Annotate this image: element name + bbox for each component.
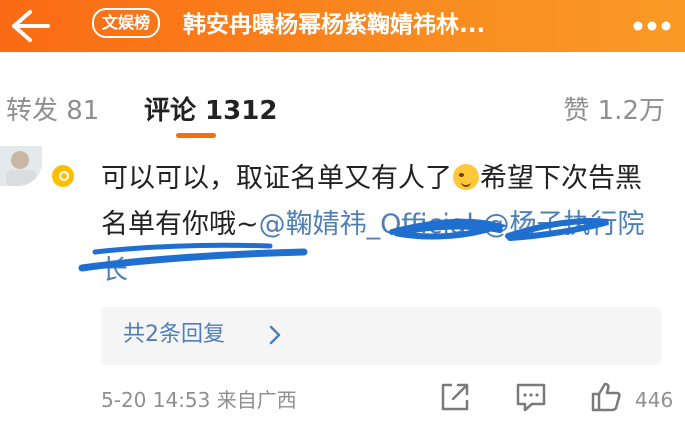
active-tab-indicator [176,133,216,138]
thumbs-up-icon[interactable] [589,380,623,414]
more-dots-icon[interactable] [626,6,678,46]
like-count: 446 [635,388,674,412]
back-arrow-icon[interactable] [8,6,52,46]
share-icon[interactable] [438,380,472,414]
comment-timestamp-source: 5-20 14:53 来自广西 [101,388,297,412]
tab-repost[interactable]: 转发 81 [6,94,99,128]
tab-like[interactable]: 赞 1.2万 [563,94,665,128]
chevron-right-icon [263,323,287,347]
comment-text: 可以可以，取证名单又有人了 希望下次告黑名单有你哦~@鞠婧祎_Official @… [101,156,661,294]
avatar[interactable] [0,146,42,186]
page-title: 韩安冉曝杨幂杨紫鞠婧祎林... [183,12,486,38]
smirk-emoji-icon [453,164,479,190]
comment-tabs: 转发 81 评论 1312 赞 1.2万 [0,80,685,140]
comment-text-part1: 可以可以，取证名单又有人了 [101,163,452,194]
mention-link[interactable]: @鞠婧祎_Official [259,209,474,240]
comment-icon[interactable] [514,380,548,414]
view-replies-button[interactable]: 共2条回复 [101,307,661,365]
verified-badge-icon [50,163,76,189]
top-bar: 文娱榜 韩安冉曝杨幂杨紫鞠婧祎林... [0,0,685,52]
tab-comment[interactable]: 评论 1312 [144,94,277,128]
entertainment-chart-badge[interactable]: 文娱榜 [92,8,161,38]
replies-count-label: 共2条回复 [123,322,225,347]
